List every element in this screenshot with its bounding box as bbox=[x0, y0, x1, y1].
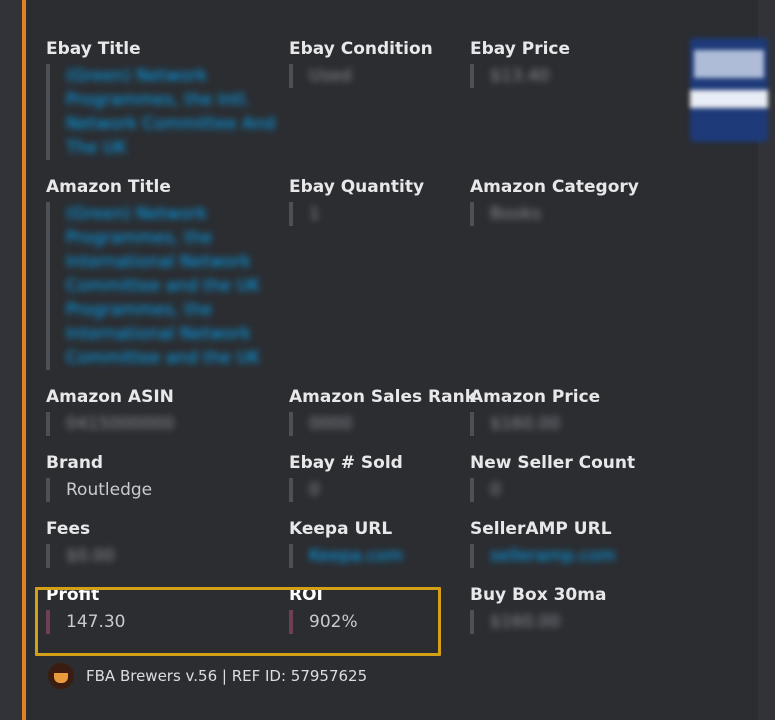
field-value: $0.00 bbox=[46, 544, 289, 568]
field-profit: Profit 147.30 bbox=[46, 582, 289, 648]
keepa-url-link[interactable]: Keepa.com bbox=[309, 546, 403, 566]
field-value: $160.00 bbox=[470, 412, 650, 436]
field-value: $13.40 bbox=[470, 64, 650, 88]
field-ebay-price: Ebay Price $13.40 bbox=[470, 36, 650, 174]
fees-value: $0.00 bbox=[66, 546, 115, 566]
ebay-sold-value: 0 bbox=[309, 480, 320, 500]
field-name: Amazon Title bbox=[46, 177, 171, 197]
field-buy-box-30ma: Buy Box 30ma $160.00 bbox=[470, 582, 650, 648]
field-value: Used bbox=[289, 64, 470, 88]
field-name: Ebay Price bbox=[470, 39, 571, 59]
field-name: Ebay Quantity bbox=[289, 177, 425, 197]
field-value: 0 bbox=[470, 478, 650, 502]
amazon-price-value: $160.00 bbox=[490, 414, 561, 434]
coffee-cup-icon bbox=[48, 663, 74, 689]
field-amazon-price: Amazon Price $160.00 bbox=[470, 384, 650, 450]
field-name: ROI bbox=[289, 585, 323, 605]
field-value: 0000 bbox=[289, 412, 470, 436]
field-fees: Fees $0.00 bbox=[46, 516, 289, 582]
roi-value: 902% bbox=[289, 610, 470, 634]
field-ebay-condition: Ebay Condition Used bbox=[289, 36, 470, 174]
field-value: Books bbox=[470, 202, 650, 226]
field-value[interactable]: selleramp.com bbox=[470, 544, 650, 568]
amazon-asin-value: 0415000000 bbox=[66, 414, 175, 434]
amazon-title-link[interactable]: (Green) Network Programmes, the Internat… bbox=[66, 204, 260, 368]
field-name: Buy Box 30ma bbox=[470, 585, 607, 605]
field-name: Amazon Price bbox=[470, 387, 601, 407]
field-name: Fees bbox=[46, 519, 91, 539]
ebay-price-value: $13.40 bbox=[490, 66, 550, 86]
amazon-sales-rank-value: 0000 bbox=[309, 414, 353, 434]
field-name: Brand bbox=[46, 453, 104, 473]
field-new-seller-count: New Seller Count 0 bbox=[470, 450, 650, 516]
field-name: Ebay Condition bbox=[289, 39, 433, 59]
field-value: 0415000000 bbox=[46, 412, 289, 436]
field-value[interactable]: Keepa.com bbox=[289, 544, 470, 568]
field-brand: Brand Routledge bbox=[46, 450, 289, 516]
field-value: 1 bbox=[289, 202, 470, 226]
new-seller-count-value: 0 bbox=[490, 480, 501, 500]
field-name: SellerAMP URL bbox=[470, 519, 612, 539]
field-ebay-sold: Ebay # Sold 0 bbox=[289, 450, 470, 516]
field-name: Amazon ASIN bbox=[46, 387, 174, 407]
field-keepa-url: Keepa URL Keepa.com bbox=[289, 516, 470, 582]
field-amazon-title: Amazon Title (Green) Network Programmes,… bbox=[46, 174, 289, 384]
ebay-title-link[interactable]: (Green) Network Programmes, the Intl. Ne… bbox=[66, 66, 275, 158]
embed-fields-grid: Ebay Title (Green) Network Programmes, t… bbox=[46, 36, 650, 648]
embed-thumbnail[interactable] bbox=[690, 38, 768, 142]
field-ebay-title: Ebay Title (Green) Network Programmes, t… bbox=[46, 36, 289, 174]
field-name: Profit bbox=[46, 585, 100, 605]
embed-footer: FBA Brewers v.56 | REF ID: 57957625 bbox=[48, 663, 367, 689]
footer-text: FBA Brewers v.56 | REF ID: 57957625 bbox=[86, 667, 368, 685]
field-amazon-category: Amazon Category Books bbox=[470, 174, 650, 384]
field-name: Ebay Title bbox=[46, 39, 141, 59]
ebay-quantity-value: 1 bbox=[309, 204, 320, 224]
field-name: Ebay # Sold bbox=[289, 453, 403, 473]
ebay-condition-value: Used bbox=[309, 66, 352, 86]
profit-value: 147.30 bbox=[46, 610, 289, 634]
brand-value: Routledge bbox=[46, 478, 289, 502]
buy-box-value: $160.00 bbox=[490, 612, 561, 632]
field-name: Keepa URL bbox=[289, 519, 393, 539]
field-value: $160.00 bbox=[470, 610, 650, 634]
field-selleramp-url: SellerAMP URL selleramp.com bbox=[470, 516, 650, 582]
field-name: New Seller Count bbox=[470, 453, 636, 473]
field-amazon-sales-rank: Amazon Sales Rank 0000 bbox=[289, 384, 477, 450]
field-value: 0 bbox=[289, 478, 470, 502]
field-amazon-asin: Amazon ASIN 0415000000 bbox=[46, 384, 289, 450]
field-name: Amazon Category bbox=[470, 177, 639, 197]
thumbnail-band bbox=[690, 90, 768, 108]
field-value[interactable]: (Green) Network Programmes, the Intl. Ne… bbox=[46, 64, 289, 160]
field-value[interactable]: (Green) Network Programmes, the Internat… bbox=[46, 202, 289, 370]
field-name: Amazon Sales Rank bbox=[289, 387, 477, 407]
selleramp-url-link[interactable]: selleramp.com bbox=[490, 546, 616, 566]
field-roi: ROI 902% bbox=[289, 582, 470, 648]
embed-card: Ebay Title (Green) Network Programmes, t… bbox=[22, 0, 768, 720]
thumbnail-band bbox=[694, 50, 764, 78]
amazon-category-value: Books bbox=[490, 204, 542, 224]
field-ebay-quantity: Ebay Quantity 1 bbox=[289, 174, 470, 384]
